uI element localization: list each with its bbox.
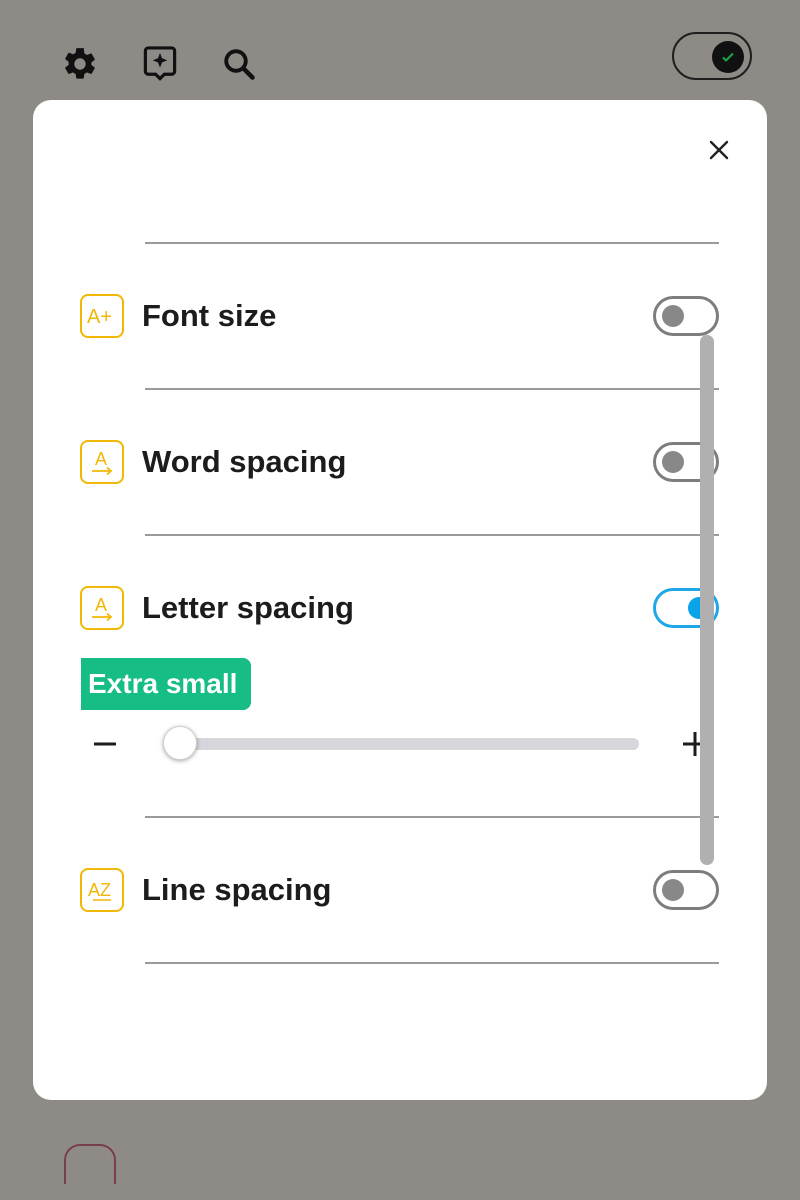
font-size-toggle[interactable] [653, 296, 719, 336]
dark-mode-toggle[interactable] [672, 32, 752, 80]
svg-text:A: A [95, 449, 107, 469]
background-toolbar [0, 0, 800, 100]
setting-row-letter-spacing: A Letter spacing [80, 584, 722, 632]
close-icon [709, 140, 729, 160]
search-icon[interactable] [219, 44, 259, 84]
line-spacing-icon: AZ [80, 868, 124, 912]
gear-icon[interactable] [60, 44, 100, 84]
slider-track[interactable] [163, 726, 639, 760]
setting-label: Line spacing [142, 872, 332, 907]
setting-row-font-size: A+ Font size [80, 292, 722, 340]
divider [145, 816, 719, 818]
background-button-fragment [64, 1144, 116, 1184]
letter-spacing-icon: A [80, 586, 124, 630]
svg-text:A+: A+ [87, 306, 112, 328]
letter-spacing-slider [83, 720, 723, 768]
setting-row-line-spacing: AZ Line spacing [80, 866, 722, 914]
setting-row-word-spacing: A Word spacing [80, 438, 722, 486]
setting-label: Letter spacing [142, 590, 354, 625]
text-settings-modal: A+ Font size A Word spacing A Letter spa… [33, 100, 767, 1100]
slider-thumb[interactable] [163, 726, 197, 760]
setting-label: Word spacing [142, 444, 347, 479]
line-spacing-toggle[interactable] [653, 870, 719, 910]
font-size-icon: A+ [80, 294, 124, 338]
divider [145, 242, 719, 244]
divider [145, 962, 719, 964]
close-button[interactable] [701, 132, 737, 168]
scrollbar[interactable] [700, 335, 714, 865]
svg-text:AZ: AZ [88, 880, 111, 900]
divider [145, 388, 719, 390]
checkmark-icon [712, 41, 744, 73]
minus-icon [94, 742, 116, 746]
divider [145, 534, 719, 536]
sparkle-badge-icon[interactable] [140, 44, 180, 84]
decrease-button[interactable] [83, 722, 127, 766]
letter-spacing-value-badge: Extra small [81, 658, 252, 710]
svg-text:A: A [95, 595, 107, 615]
word-spacing-icon: A [80, 440, 124, 484]
setting-label: Font size [142, 298, 277, 333]
